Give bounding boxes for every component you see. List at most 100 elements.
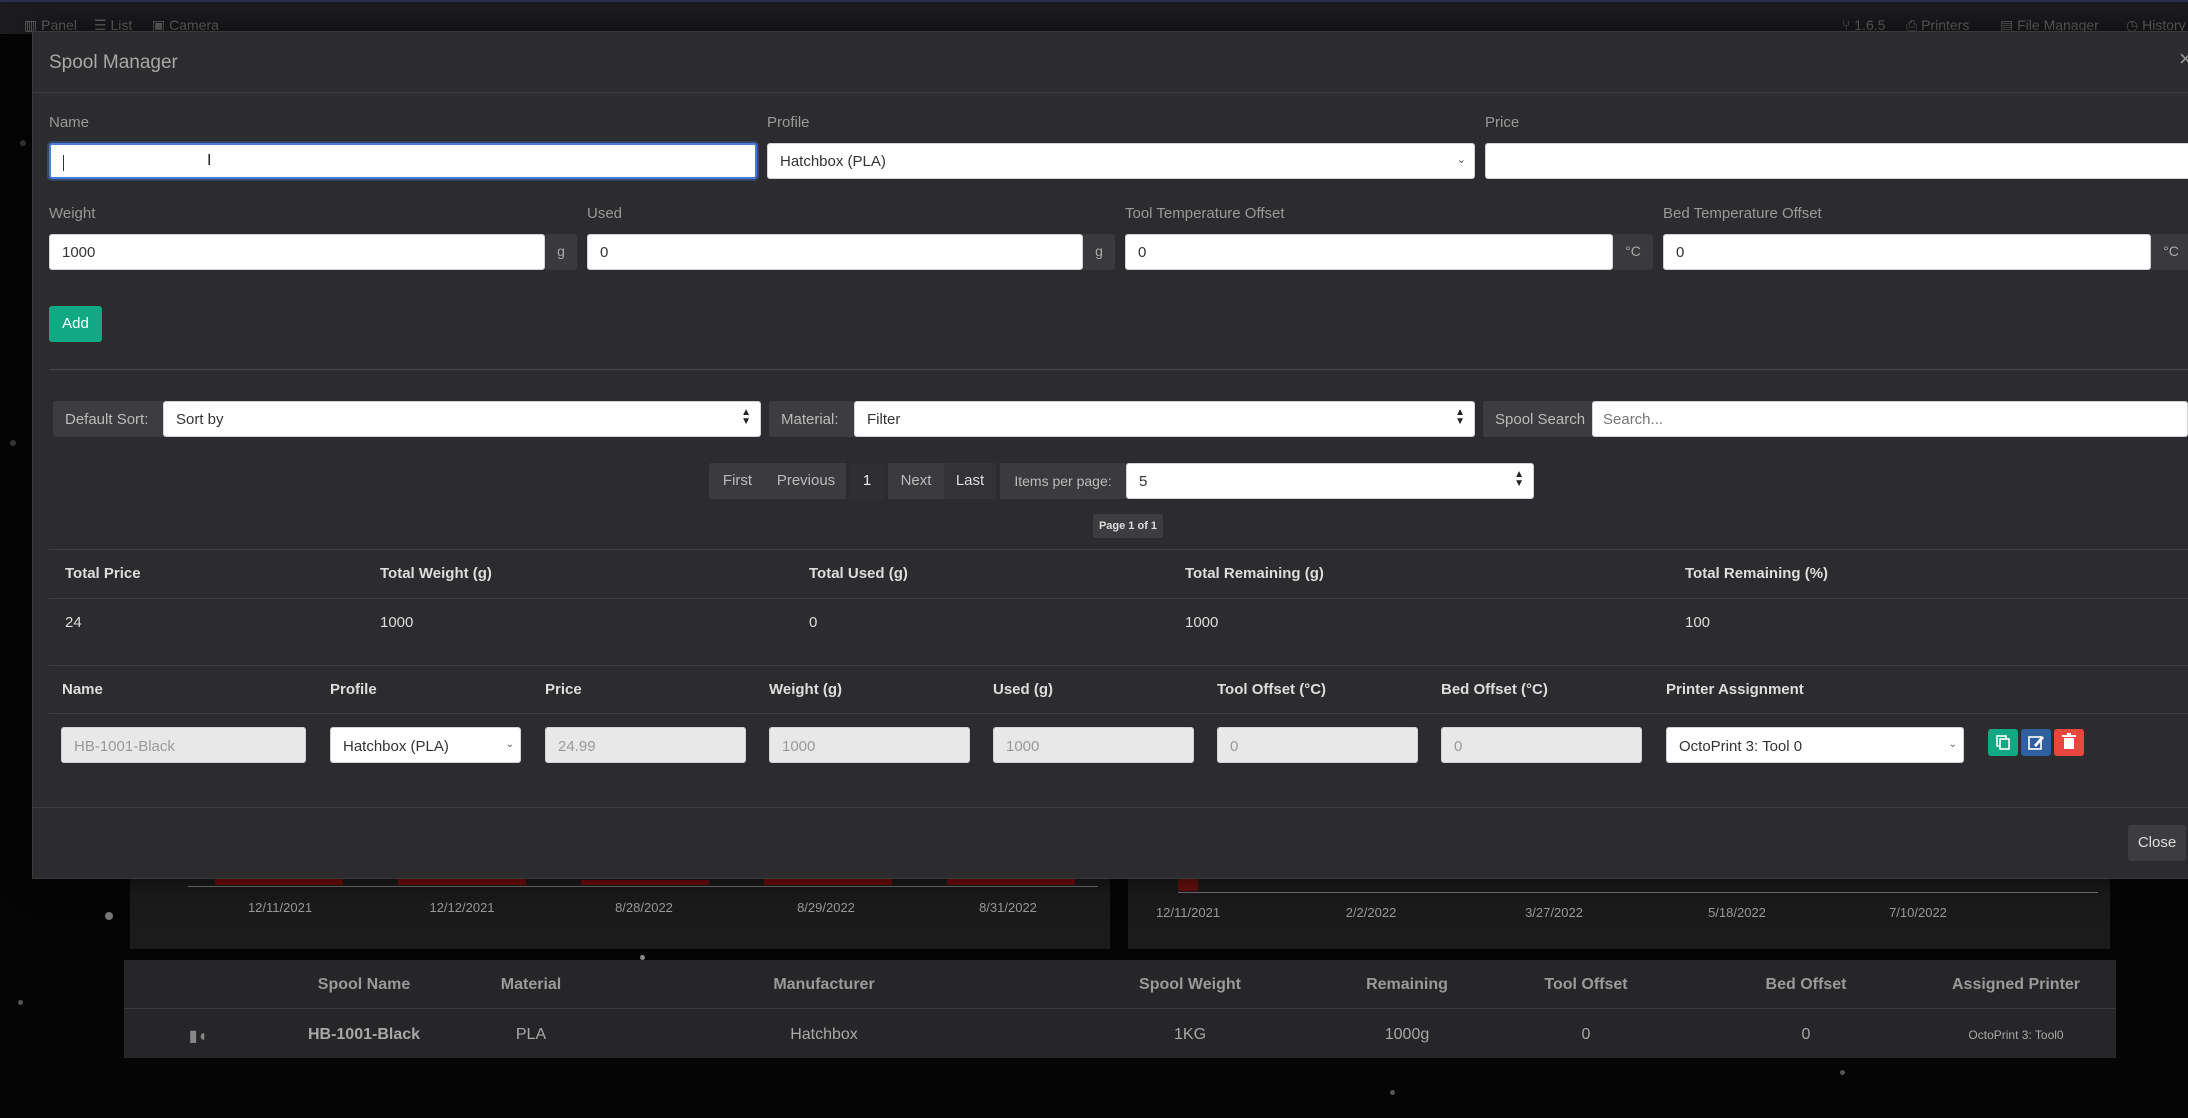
modal-footer-divider [33, 807, 2188, 808]
profile-select[interactable]: Hatchbox (PLA) ⌄ [767, 143, 1475, 179]
tool-temp-unit: °C [1613, 234, 1653, 270]
chevron-down-icon: ⌄ [1456, 154, 1466, 166]
spools-header: Bed Offset (°C) [1441, 681, 1548, 698]
spool-tool-offset-value: 0 [1230, 738, 1239, 755]
close-icon[interactable]: × [2179, 46, 2188, 72]
spool-bed-offset-field[interactable]: 0 [1441, 727, 1642, 763]
profile-label: Profile [767, 114, 810, 131]
spool-used-value: 1000 [1006, 738, 1040, 755]
text-caret [63, 155, 64, 172]
table-header: Bed Offset [1765, 976, 1847, 993]
spool-price-field[interactable]: 24.99 [545, 727, 746, 763]
background-star [10, 440, 16, 446]
table-header: Remaining [1366, 976, 1448, 993]
pagination-current-page[interactable]: 1 [850, 463, 884, 499]
spools-header: Price [545, 681, 582, 698]
axis-tick-label: 3/27/2022 [1525, 905, 1583, 920]
close-button[interactable]: Close [2128, 825, 2186, 861]
spool-profile-select[interactable]: Hatchbox (PLA) ⌄ [330, 727, 521, 763]
table-cell: 1000g [1384, 1026, 1430, 1043]
trash-icon [2062, 733, 2076, 749]
printer-assignment-select[interactable]: OctoPrint 3: Tool 0 ⌄ [1666, 727, 1964, 763]
price-input[interactable] [1485, 143, 2188, 179]
items-per-page-select[interactable]: 5 ▲ ▼ [1126, 463, 1534, 499]
delete-spool-button[interactable] [2054, 729, 2084, 756]
weight-input[interactable]: 1000 [49, 234, 545, 270]
name-label: Name [49, 114, 90, 131]
sort-arrows-icon: ▲ ▼ [1514, 469, 1524, 489]
material-filter-label: Material: [769, 401, 855, 437]
background-star [18, 1000, 23, 1005]
table-cell: HB-1001-Black [307, 1026, 421, 1043]
spool-tool-offset-field[interactable]: 0 [1217, 727, 1418, 763]
weight-input-value: 1000 [62, 244, 96, 261]
chart-bar [581, 880, 709, 885]
table-cell: Hatchbox [790, 1026, 858, 1043]
material-filter-select[interactable]: Filter ▲ ▼ [854, 401, 1475, 437]
table-cell: 1KG [1173, 1026, 1207, 1043]
material-filter-value: Filter [867, 411, 901, 428]
sort-select[interactable]: Sort by ▲ ▼ [163, 401, 761, 437]
pagination-next[interactable]: Next [888, 463, 944, 499]
spool-weight-field[interactable]: 1000 [769, 727, 970, 763]
axis-tick-label: 8/29/2022 [797, 900, 855, 915]
chart-axis [188, 886, 1098, 887]
spool-name-value: HB-1001-Black [74, 738, 175, 755]
chart-point [1178, 877, 1198, 891]
spool-used-field[interactable]: 1000 [993, 727, 1194, 763]
name-input[interactable] [49, 143, 757, 179]
background-spool-table: Spool Name Material Manufacturer Spool W… [124, 960, 2116, 1058]
spools-header: Name [62, 681, 103, 698]
items-per-page-value: 5 [1139, 473, 1148, 490]
used-input[interactable]: 0 [587, 234, 1083, 270]
axis-tick-label: 7/10/2022 [1889, 905, 1947, 920]
totals-header: Total Remaining (%) [1685, 565, 1829, 582]
totals-header: Total Weight (g) [380, 565, 492, 582]
table-cell: 0 [1801, 1026, 1811, 1043]
axis-tick-label: 2/2/2022 [1345, 905, 1397, 920]
spool-icon[interactable]: ▮◖ [189, 1026, 207, 1046]
used-input-value: 0 [600, 244, 609, 261]
background-chart-panel-2: 12/11/2021 2/2/2022 3/27/2022 5/18/2022 … [1128, 877, 2110, 949]
bed-temp-unit: °C [2151, 234, 2188, 270]
axis-tick-label: 8/31/2022 [979, 900, 1037, 915]
axis-tick-label: 5/18/2022 [1708, 905, 1766, 920]
edit-icon [2028, 736, 2044, 750]
table-header: Tool Offset [1544, 976, 1628, 993]
table-header: Spool Weight [1139, 976, 1241, 993]
tool-temp-offset-label: Tool Temperature Offset [1125, 205, 1285, 222]
table-cell: PLA [515, 1026, 547, 1043]
add-spool-button[interactable]: Add [49, 306, 102, 342]
table-divider [124, 1008, 2116, 1009]
table-header: Manufacturer [773, 976, 875, 993]
copy-spool-button[interactable] [1988, 729, 2018, 756]
spool-name-field[interactable]: HB-1001-Black [61, 727, 306, 763]
pagination-last[interactable]: Last [944, 463, 996, 499]
edit-spool-button[interactable] [2021, 729, 2051, 756]
spool-search-input[interactable] [1592, 401, 2188, 437]
bed-temp-offset-value: 0 [1676, 244, 1685, 261]
profile-select-value: Hatchbox (PLA) [780, 153, 886, 170]
total-remaining-percent-value: 100 [1685, 614, 1711, 631]
chevron-down-icon: ⌄ [1948, 739, 1957, 750]
modal-header: Spool Manager × [33, 32, 2188, 93]
axis-tick-label: 12/11/2021 [1155, 905, 1221, 920]
total-weight-value: 1000 [380, 614, 414, 631]
spools-header: Printer Assignment [1666, 681, 1804, 698]
spool-price-value: 24.99 [558, 738, 596, 755]
tool-temp-offset-value: 0 [1138, 244, 1147, 261]
spool-profile-value: Hatchbox (PLA) [343, 738, 449, 755]
background-chart-panel-1: 12/11/2021 12/12/2021 8/28/2022 8/29/202… [130, 877, 1110, 949]
printer-assignment-value: OctoPrint 3: Tool 0 [1679, 738, 1803, 755]
spool-bed-offset-value: 0 [1454, 738, 1463, 755]
tool-temp-offset-input[interactable]: 0 [1125, 234, 1613, 270]
pagination-previous[interactable]: Previous [766, 463, 846, 499]
pagination-first[interactable]: First [709, 463, 766, 499]
bed-temp-offset-input[interactable]: 0 [1663, 234, 2151, 270]
total-remaining-value: 1000 [1185, 614, 1219, 631]
background-star [1390, 1090, 1395, 1095]
sort-arrows-icon: ▲ ▼ [1455, 407, 1465, 427]
items-per-page-label: Items per page: [1000, 463, 1126, 499]
used-label: Used [587, 205, 623, 222]
top-navbar: ▥ Panel ☰ List ▣ Camera ⑂ 1.6.5 ⎙ Printe… [0, 0, 2188, 34]
